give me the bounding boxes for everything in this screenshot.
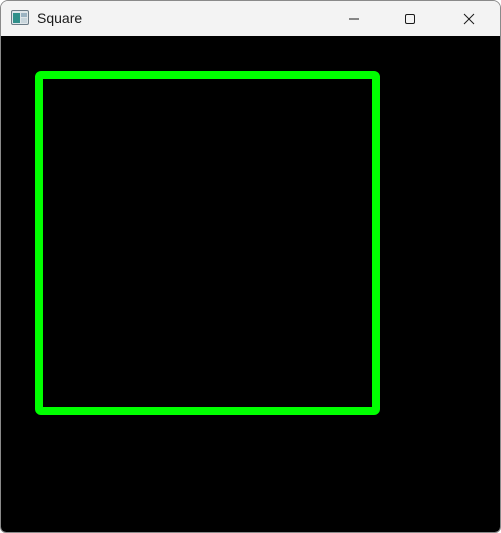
window-title: Square <box>37 10 83 26</box>
window-app-icon <box>11 10 29 25</box>
maximize-icon <box>404 13 416 25</box>
maximize-button[interactable] <box>387 1 433 36</box>
minimize-button[interactable] <box>331 1 377 36</box>
drawing-canvas <box>1 36 500 532</box>
app-window: Square <box>0 0 501 533</box>
canvas-svg <box>35 71 380 415</box>
close-button[interactable] <box>446 1 492 36</box>
close-icon <box>463 13 475 25</box>
title-bar[interactable]: Square <box>1 1 500 36</box>
minimize-icon <box>348 13 360 25</box>
green-square <box>35 71 380 415</box>
